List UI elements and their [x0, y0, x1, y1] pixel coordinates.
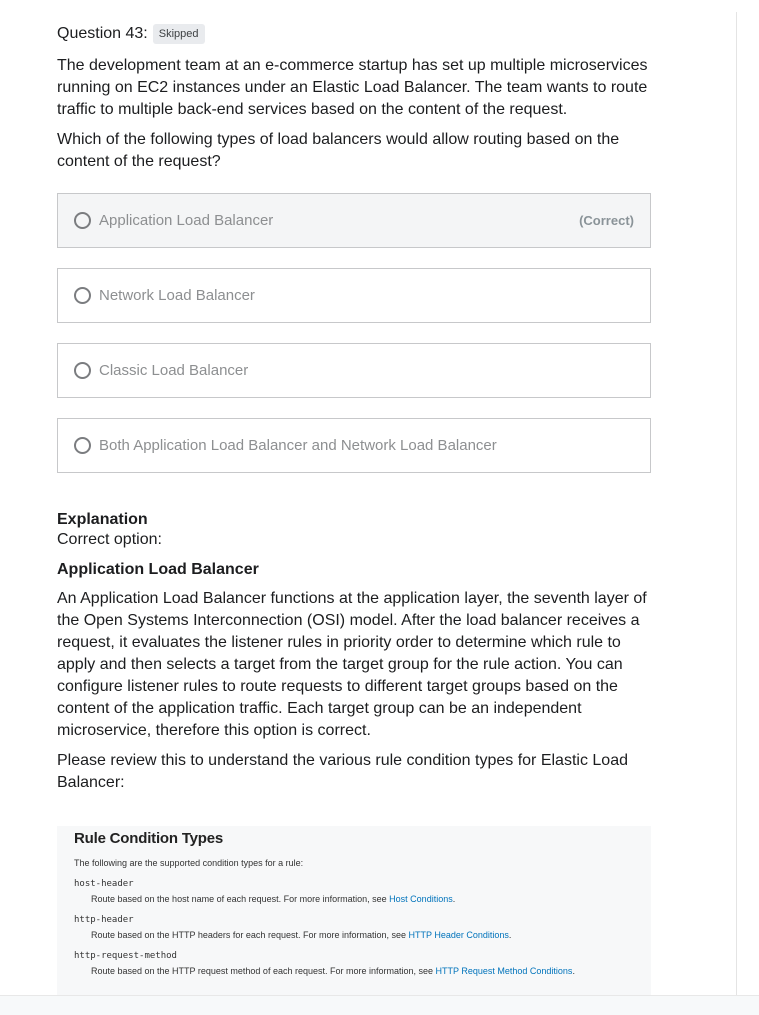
description-text: Route based on the HTTP request method o… — [91, 966, 436, 976]
option-application-load-balancer[interactable]: Application Load Balancer (Correct) — [57, 193, 651, 248]
correct-option-label: Correct option: — [57, 531, 162, 548]
question-prompt: Which of the following types of load bal… — [57, 131, 620, 170]
description-end: . — [452, 894, 456, 904]
condition-type-description: Route based on the host name of each req… — [74, 894, 651, 904]
doc-intro: The following are the supported conditio… — [74, 858, 304, 868]
doc-link[interactable]: HTTP Header Conditions — [409, 930, 509, 940]
radio-button[interactable] — [74, 212, 91, 229]
description-end: . — [572, 966, 575, 976]
option-label: Both Application Load Balancer and Netwo… — [99, 437, 497, 454]
doc-title: Rule Condition Types — [74, 830, 224, 847]
radio-button[interactable] — [74, 287, 91, 304]
status-badge: Skipped — [152, 24, 205, 44]
option-label: Classic Load Balancer — [99, 362, 249, 379]
explanation-text: An Application Load Balancer functions a… — [57, 590, 647, 739]
option-classic-load-balancer[interactable]: Classic Load Balancer — [57, 343, 651, 398]
content-divider — [736, 12, 737, 996]
answer-options: Application Load Balancer (Correct) Netw… — [57, 193, 657, 473]
description-text: Route based on the HTTP headers for each… — [91, 930, 409, 940]
condition-type-code: http-header — [74, 915, 134, 925]
explanation-reference-text: Please review this to understand the var… — [57, 752, 628, 791]
condition-type-description: Route based on the HTTP request method o… — [74, 966, 651, 976]
option-label: Network Load Balancer — [99, 287, 255, 304]
bottom-bar — [0, 995, 759, 1015]
doc-link[interactable]: Host Conditions — [389, 894, 453, 904]
radio-button[interactable] — [74, 362, 91, 379]
correct-tag: (Correct) — [579, 213, 634, 228]
doc-link[interactable]: HTTP Request Method Conditions — [436, 966, 573, 976]
correct-option-name: Application Load Balancer — [57, 561, 259, 578]
question-header: Question 43: Skipped — [57, 22, 657, 46]
option-both-alb-and-nlb[interactable]: Both Application Load Balancer and Netwo… — [57, 418, 651, 473]
explanation-section: Explanation Correct option: Application … — [57, 510, 657, 794]
radio-button[interactable] — [74, 437, 91, 454]
description-end: . — [508, 930, 512, 940]
condition-type-code: http-request-method — [74, 951, 177, 961]
question-title: Question 43: — [57, 25, 148, 42]
condition-type-code: host-header — [74, 879, 134, 889]
question-panel: Question 43: Skipped The development tea… — [57, 22, 657, 794]
question-text: The development team at an e-commerce st… — [57, 57, 648, 118]
rule-condition-types-screenshot: Rule Condition Types The following are t… — [57, 826, 651, 996]
option-label: Application Load Balancer — [99, 212, 274, 229]
condition-type-description: Route based on the HTTP headers for each… — [74, 930, 651, 940]
description-text: Route based on the host name of each req… — [91, 894, 390, 904]
option-network-load-balancer[interactable]: Network Load Balancer — [57, 268, 651, 323]
explanation-heading: Explanation — [57, 511, 148, 528]
